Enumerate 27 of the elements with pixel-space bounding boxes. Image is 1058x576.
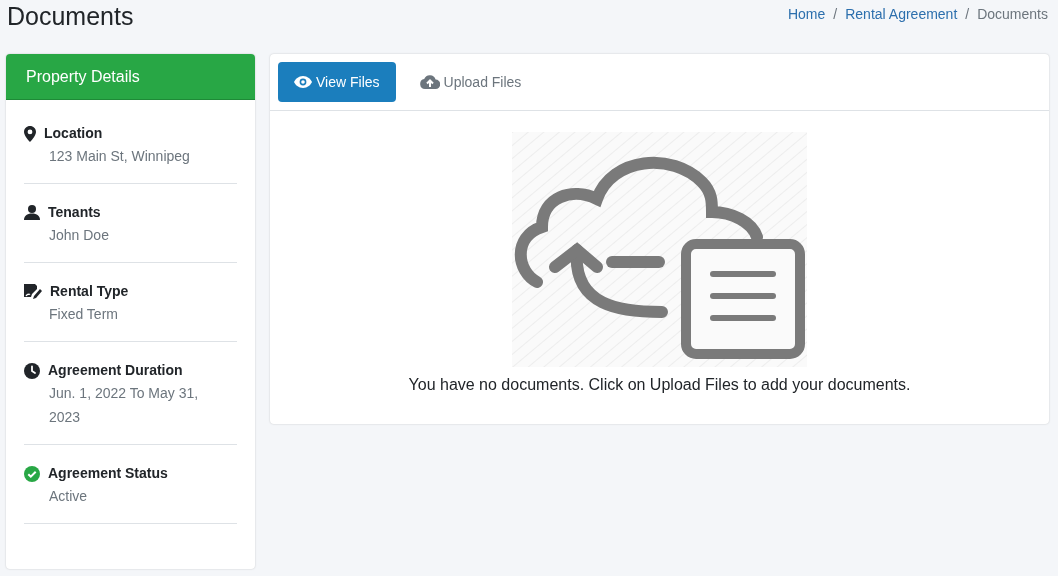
tab[interactable]: Upload Files — [403, 62, 538, 102]
detail-value: Jun. 1, 2022 To May 31, 2023 — [48, 384, 200, 427]
detail-value: Active — [48, 487, 89, 506]
empty-message: You have no documents. Click on Upload Files to add your documents. — [408, 375, 911, 395]
eye-icon — [294, 76, 312, 88]
detail-value: 123 Main St, Winnipeg — [48, 147, 191, 166]
breadcrumb-current: Documents — [977, 5, 1048, 24]
tab[interactable]: View Files — [278, 62, 396, 102]
detail-value: John Doe — [48, 226, 110, 245]
user-icon — [24, 205, 40, 220]
detail-value: Fixed Term — [48, 305, 119, 324]
clock-icon — [24, 362, 40, 379]
check-circle-icon — [24, 465, 40, 482]
cloud-upload-icon — [419, 75, 440, 89]
signed-document-icon — [24, 283, 42, 300]
card-title: Property Details — [26, 66, 140, 87]
page-title: Documents — [7, 1, 134, 31]
detail-label: Agreement Duration — [48, 361, 183, 380]
detail-label: Tenants — [48, 203, 101, 222]
breadcrumb-separator: / — [965, 5, 970, 24]
breadcrumb-link[interactable]: Rental Agreement — [845, 4, 958, 25]
breadcrumb-separator: / — [833, 5, 838, 24]
breadcrumb-link[interactable]: Home — [787, 4, 826, 25]
detail-label: Location — [44, 124, 103, 143]
detail-label: Rental Type — [50, 282, 129, 301]
detail-label: Agreement Status — [48, 464, 168, 483]
map-pin-icon — [24, 125, 36, 142]
